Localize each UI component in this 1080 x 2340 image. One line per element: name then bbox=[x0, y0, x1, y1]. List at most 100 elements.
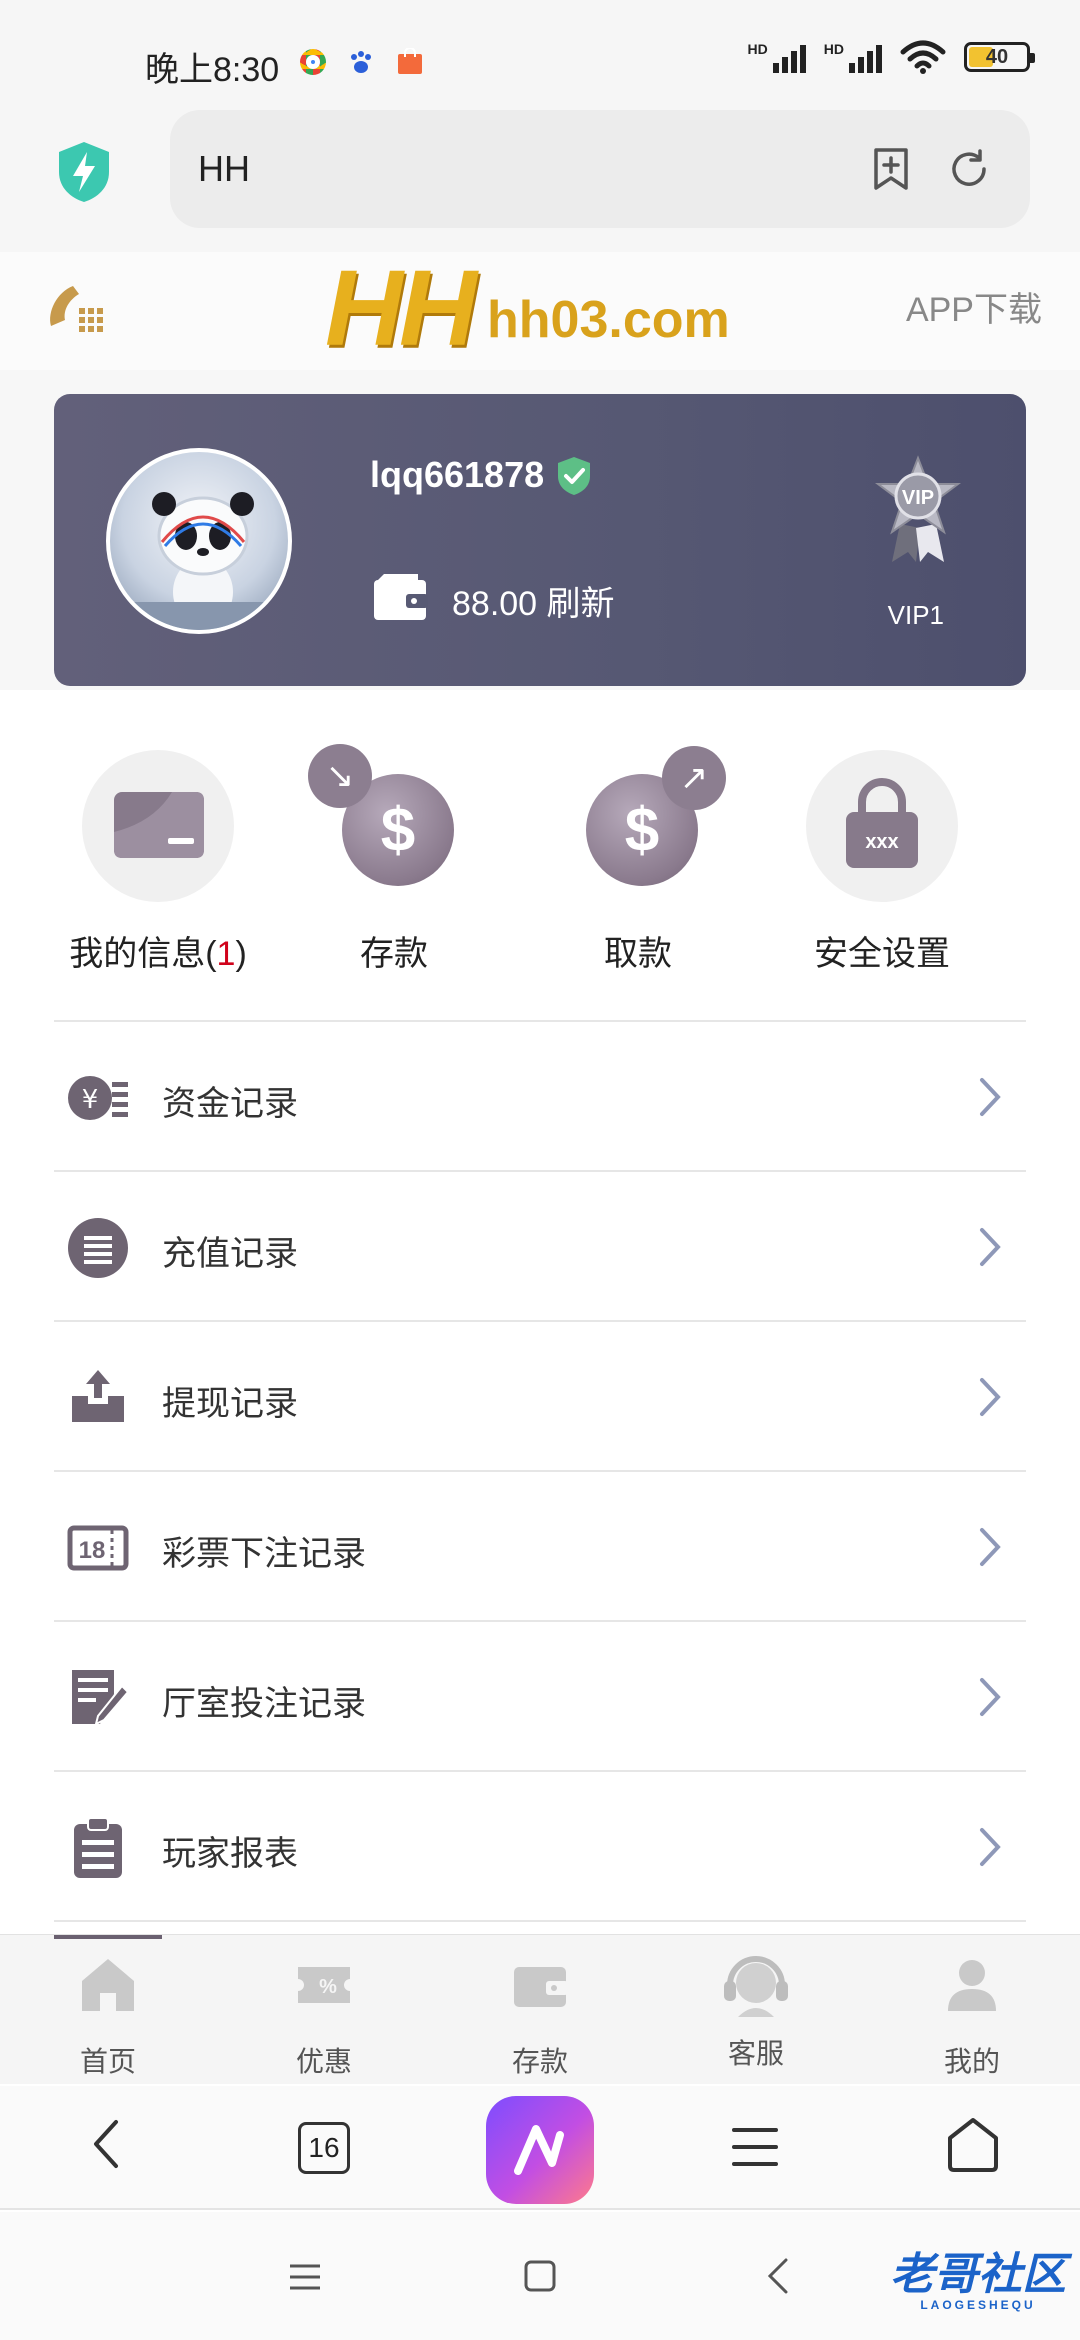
deposit-button[interactable]: $ ↘ 存款 bbox=[284, 744, 504, 975]
arrow-in-icon: ↘ bbox=[308, 744, 372, 808]
svg-text:¥: ¥ bbox=[82, 1085, 99, 1115]
quick-label-deposit: 存款 bbox=[360, 935, 428, 973]
logo-domain: hh03.com bbox=[487, 291, 730, 349]
battery-icon: 40 bbox=[964, 42, 1035, 72]
panda-mascot-icon bbox=[130, 492, 276, 630]
site-logo[interactable]: HH hh03.com bbox=[325, 247, 730, 368]
my-messages-button[interactable]: 我的信息(1) bbox=[48, 750, 268, 975]
wallet-icon bbox=[514, 1967, 568, 2007]
clipboard-icon bbox=[74, 1817, 122, 1878]
shield-bolt-icon[interactable] bbox=[55, 140, 113, 204]
tab-mine[interactable]: 我的 bbox=[902, 1955, 1042, 2080]
status-notification-icons bbox=[300, 48, 424, 76]
tab-switcher-button[interactable]: 16 bbox=[298, 2122, 350, 2174]
chevron-right-icon bbox=[980, 1228, 1001, 1266]
browser-address-bar: HH bbox=[0, 110, 1080, 252]
username: lqq661878 bbox=[370, 454, 545, 495]
ticket-18-icon: 18 bbox=[67, 1525, 129, 1571]
tab-customer-service[interactable]: 客服 bbox=[686, 1955, 826, 2072]
menu-funds-record[interactable]: ¥ 资金记录 bbox=[54, 1022, 1026, 1172]
shopping-bag-icon bbox=[398, 48, 422, 74]
menu-withdrawal-record[interactable]: 提现记录 bbox=[54, 1322, 1026, 1472]
refresh-balance-button[interactable]: 刷新 bbox=[547, 585, 615, 623]
home-square-icon[interactable] bbox=[524, 2260, 556, 2292]
chevron-right-icon bbox=[980, 1828, 1001, 1866]
site-header: HH hh03.com APP下载 bbox=[0, 252, 1080, 370]
profile-card: lqq661878 88.00 刷新 VIP VIP1 bbox=[54, 394, 1026, 686]
coupon-icon: % bbox=[298, 1967, 350, 2003]
tab-promotions[interactable]: % 优惠 bbox=[254, 1955, 394, 2080]
tab-deposit[interactable]: 存款 bbox=[470, 1955, 610, 2080]
chevron-right-icon bbox=[980, 1678, 1001, 1716]
security-settings-button[interactable]: xxx 安全设置 bbox=[772, 750, 992, 975]
vip-star-badge-icon[interactable]: VIP bbox=[870, 454, 966, 564]
arrow-out-icon: ↗ bbox=[662, 746, 726, 810]
vip-badge-text: VIP bbox=[902, 487, 934, 509]
menu-icon[interactable] bbox=[730, 2122, 780, 2172]
back-icon[interactable] bbox=[86, 2114, 126, 2174]
url-field[interactable]: HH bbox=[170, 110, 1030, 228]
message-count-badge: 1 bbox=[216, 935, 236, 973]
avatar[interactable] bbox=[106, 448, 292, 634]
app-logo-icon bbox=[514, 2125, 564, 2175]
status-time: 晚上8:30 bbox=[145, 51, 280, 89]
chevron-right-icon bbox=[980, 1078, 1001, 1116]
edit-note-icon bbox=[72, 1670, 130, 1726]
menu-label: 玩家报表 bbox=[162, 1835, 298, 1873]
menu-label: 厅室投注记录 bbox=[162, 1685, 366, 1723]
vip-level: VIP1 bbox=[887, 600, 944, 630]
menu-label: 彩票下注记录 bbox=[162, 1535, 366, 1573]
chrome-icon bbox=[300, 49, 326, 75]
headset-icon bbox=[724, 1956, 788, 2017]
verified-shield-icon bbox=[558, 457, 590, 495]
baidu-icon bbox=[351, 51, 371, 73]
refresh-icon[interactable] bbox=[946, 146, 992, 192]
balance: 88.00 刷新 bbox=[452, 576, 615, 625]
add-bookmark-icon[interactable] bbox=[868, 146, 914, 192]
upload-tray-icon bbox=[72, 1370, 124, 1422]
menu-label: 资金记录 bbox=[162, 1085, 298, 1123]
message-card-icon bbox=[114, 792, 204, 858]
system-back-icon[interactable] bbox=[766, 2258, 790, 2294]
menu-player-report[interactable]: 玩家报表 bbox=[54, 1772, 1026, 1922]
lock-icon: xxx bbox=[846, 778, 918, 868]
yen-list-icon: ¥ bbox=[68, 1076, 128, 1120]
withdraw-button[interactable]: $ ↗ 取款 bbox=[528, 746, 748, 975]
url-text[interactable]: HH bbox=[198, 148, 250, 190]
signal-icon-2: HD bbox=[824, 41, 882, 73]
menu-hall-bet-record[interactable]: 厅室投注记录 bbox=[54, 1622, 1026, 1772]
active-tab-indicator bbox=[54, 1935, 162, 1939]
tab-home[interactable]: 首页 bbox=[38, 1955, 178, 2080]
logo-main: HH bbox=[325, 247, 477, 368]
wifi-icon bbox=[900, 40, 946, 74]
menu-label: 充值记录 bbox=[162, 1235, 298, 1273]
status-system-icons: HD HD 40 bbox=[748, 40, 1035, 74]
list-circle-icon bbox=[68, 1218, 128, 1278]
quick-label-messages: 我的信息( bbox=[69, 935, 217, 973]
menu-lottery-bet-record[interactable]: 18 彩票下注记录 bbox=[54, 1472, 1026, 1622]
home-outline-icon[interactable] bbox=[946, 2116, 1000, 2174]
menu-label: 提现记录 bbox=[162, 1385, 298, 1423]
watermark-logo: 老哥社区 LAOGESHEQU bbox=[890, 2250, 1066, 2312]
user-icon bbox=[948, 1960, 996, 2011]
browser-app-button[interactable] bbox=[486, 2096, 594, 2204]
menu-recharge-record[interactable]: 充值记录 bbox=[54, 1172, 1026, 1322]
status-bar: 晚上8:30 HD HD 40 bbox=[0, 0, 1080, 110]
site-tabbar: 首页 % 优惠 存款 客服 我的 bbox=[0, 1934, 1080, 2084]
quick-label-suffix: ) bbox=[235, 935, 247, 973]
account-menu: ¥ 资金记录 充值记录 提现记录 18 彩票下注记录 厅室投注记录 玩家报表 bbox=[54, 1022, 1026, 1922]
quick-label-withdraw: 取款 bbox=[604, 935, 672, 973]
chevron-right-icon bbox=[980, 1378, 1001, 1416]
balance-amount: 88.00 bbox=[452, 585, 538, 623]
phone-contact-icon[interactable] bbox=[45, 282, 105, 338]
svg-text:18: 18 bbox=[79, 1537, 106, 1564]
wallet-icon bbox=[374, 574, 428, 620]
tab-count: 16 bbox=[308, 2132, 340, 2163]
app-download-link[interactable]: APP下载 bbox=[906, 282, 1042, 331]
recents-icon[interactable] bbox=[288, 2262, 322, 2292]
quick-label-security: 安全设置 bbox=[814, 935, 950, 973]
svg-text:%: % bbox=[319, 1976, 337, 1998]
signal-icon: HD bbox=[748, 41, 806, 73]
svg-text:xxx: xxx bbox=[865, 831, 898, 853]
home-icon bbox=[82, 1959, 134, 2011]
